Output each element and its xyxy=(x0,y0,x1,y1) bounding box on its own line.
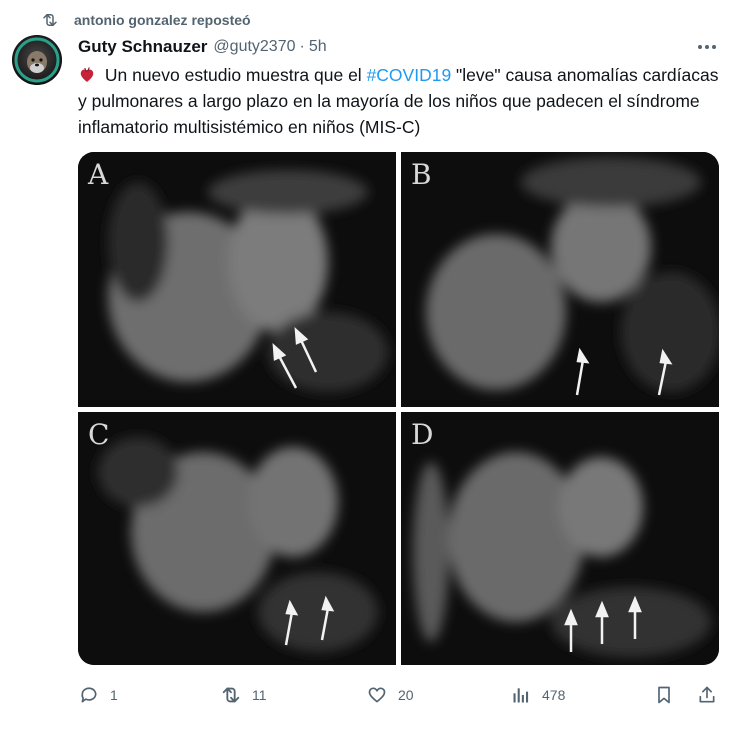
like-count: 20 xyxy=(398,687,414,703)
tweet-media[interactable]: A B C D xyxy=(78,152,719,665)
tweet-text: Un nuevo estudio muestra que el #COVID19… xyxy=(78,62,728,140)
repost-count: 11 xyxy=(252,687,267,703)
bookmark-button[interactable] xyxy=(653,682,675,708)
mri-panel-a[interactable]: A xyxy=(78,152,396,407)
share-button[interactable] xyxy=(696,682,718,708)
repost-text[interactable]: antonio gonzalez reposteó xyxy=(74,12,251,28)
views-chart-icon xyxy=(510,684,532,706)
avatar[interactable] xyxy=(12,35,62,85)
hashtag-link[interactable]: #COVID19 xyxy=(367,65,452,85)
views-count: 478 xyxy=(542,687,566,703)
tweet-header: Guty Schnauzer @guty2370 · 5h xyxy=(78,36,722,58)
panel-label-a: A xyxy=(88,158,109,191)
panel-label-c: C xyxy=(88,418,110,451)
panel-label-b: B xyxy=(411,158,432,191)
reply-count: 1 xyxy=(110,687,118,703)
separator-dot: · xyxy=(299,38,305,55)
more-options-icon[interactable] xyxy=(696,36,718,58)
mri-panel-d[interactable]: D xyxy=(401,412,719,665)
tweet-actions: 1 11 20 478 xyxy=(78,682,728,708)
repost-indicator: antonio gonzalez reposteó xyxy=(40,10,251,30)
panel-label-d: D xyxy=(411,418,434,451)
repost-icon xyxy=(220,684,242,706)
anatomical-heart-icon xyxy=(78,65,96,83)
reply-icon xyxy=(78,684,100,706)
reply-button[interactable]: 1 xyxy=(78,682,118,708)
tweet-time[interactable]: 5h xyxy=(309,38,327,56)
repost-icon xyxy=(40,11,60,29)
tweet-text-part1: Un nuevo estudio muestra que el xyxy=(100,65,367,85)
repost-button[interactable]: 11 xyxy=(220,682,267,708)
mri-panel-b[interactable]: B xyxy=(401,152,719,407)
views-button[interactable]: 478 xyxy=(510,682,565,708)
mri-panel-c[interactable]: C xyxy=(78,412,396,665)
bookmark-icon xyxy=(653,684,675,706)
share-icon xyxy=(696,684,718,706)
like-button[interactable]: 20 xyxy=(366,682,414,708)
author-name[interactable]: Guty Schnauzer xyxy=(78,37,207,57)
heart-icon xyxy=(366,684,388,706)
author-handle[interactable]: @guty2370 xyxy=(213,38,295,56)
